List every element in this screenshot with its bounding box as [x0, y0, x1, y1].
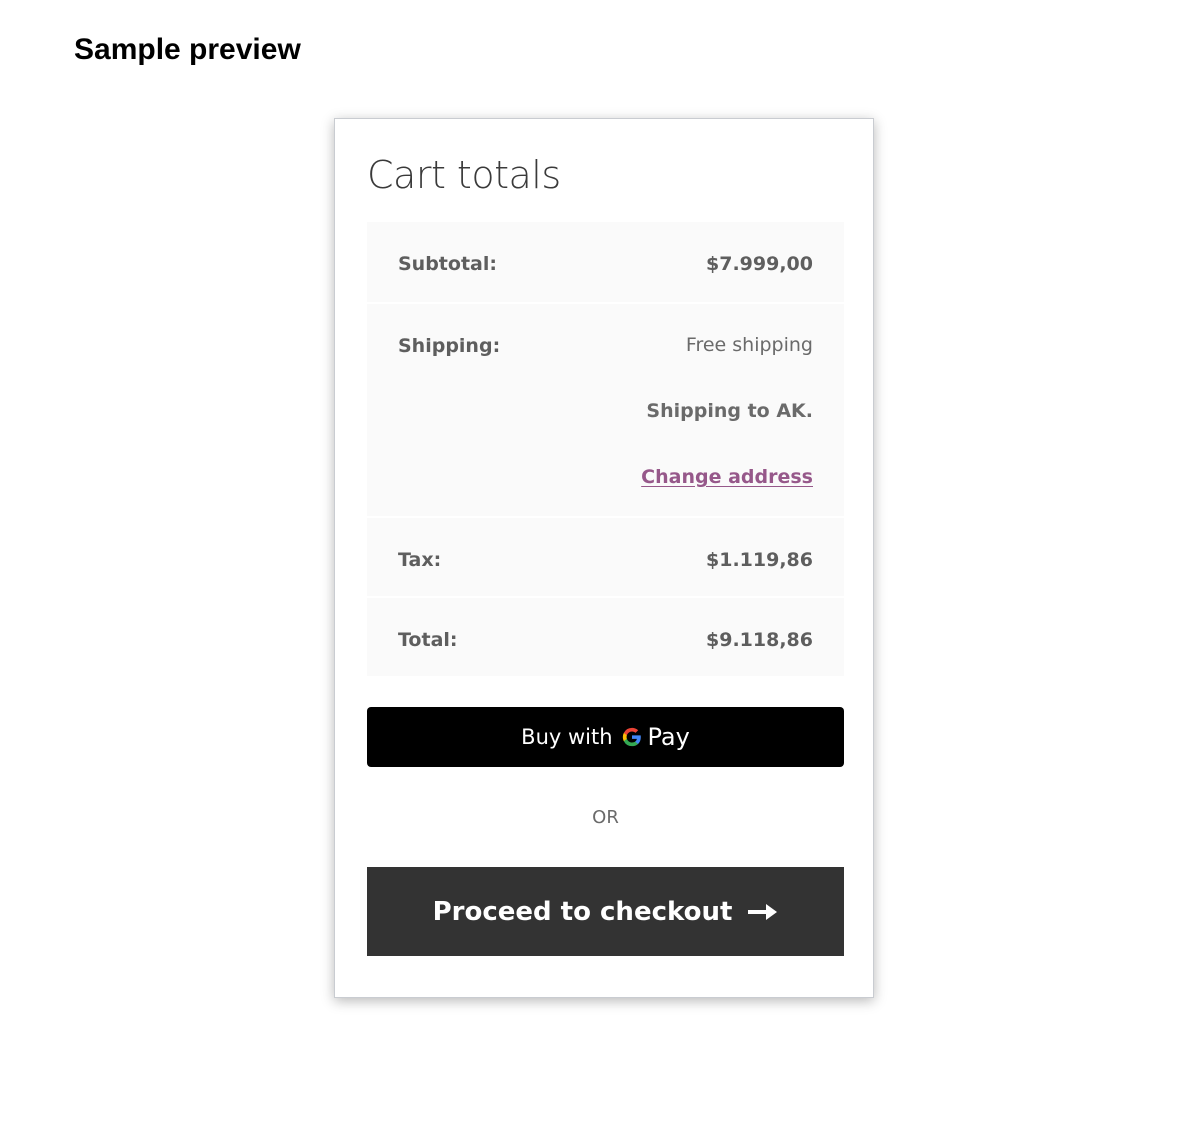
- google-pay-button[interactable]: Buy with Pay: [367, 707, 844, 767]
- google-pay-word: Pay: [647, 723, 690, 751]
- shipping-destination: Shipping to AK.: [646, 400, 813, 422]
- or-separator: OR: [592, 807, 619, 828]
- shipping-method: Free shipping: [685, 334, 813, 356]
- subtotal-value: $7.999,00: [706, 253, 813, 275]
- totals-table: Subtotal: $7.999,00 Shipping: Free shipp…: [367, 222, 844, 678]
- subtotal-label: Subtotal:: [398, 253, 497, 275]
- arrow-right-icon: [748, 903, 778, 920]
- tax-label: Tax:: [398, 549, 442, 571]
- total-value: $9.118,86: [706, 629, 813, 651]
- cart-totals-title: Cart totals: [367, 153, 561, 197]
- total-row: Total: $9.118,86: [367, 598, 844, 676]
- total-label: Total:: [398, 629, 458, 651]
- checkout-label: Proceed to checkout: [432, 896, 733, 927]
- page-heading: Sample preview: [74, 33, 301, 66]
- google-pay-label: Buy with: [521, 725, 613, 749]
- google-g-icon: [622, 727, 641, 747]
- cart-totals-card: Cart totals Subtotal: $7.999,00 Shipping…: [334, 118, 874, 998]
- change-address-link[interactable]: Change address: [641, 466, 813, 488]
- tax-row: Tax: $1.119,86: [367, 518, 844, 596]
- tax-value: $1.119,86: [706, 549, 813, 571]
- shipping-label: Shipping:: [398, 335, 501, 357]
- subtotal-row: Subtotal: $7.999,00: [367, 222, 844, 302]
- proceed-to-checkout-button[interactable]: Proceed to checkout: [367, 867, 844, 956]
- shipping-row: Shipping: Free shipping Shipping to AK. …: [367, 304, 844, 516]
